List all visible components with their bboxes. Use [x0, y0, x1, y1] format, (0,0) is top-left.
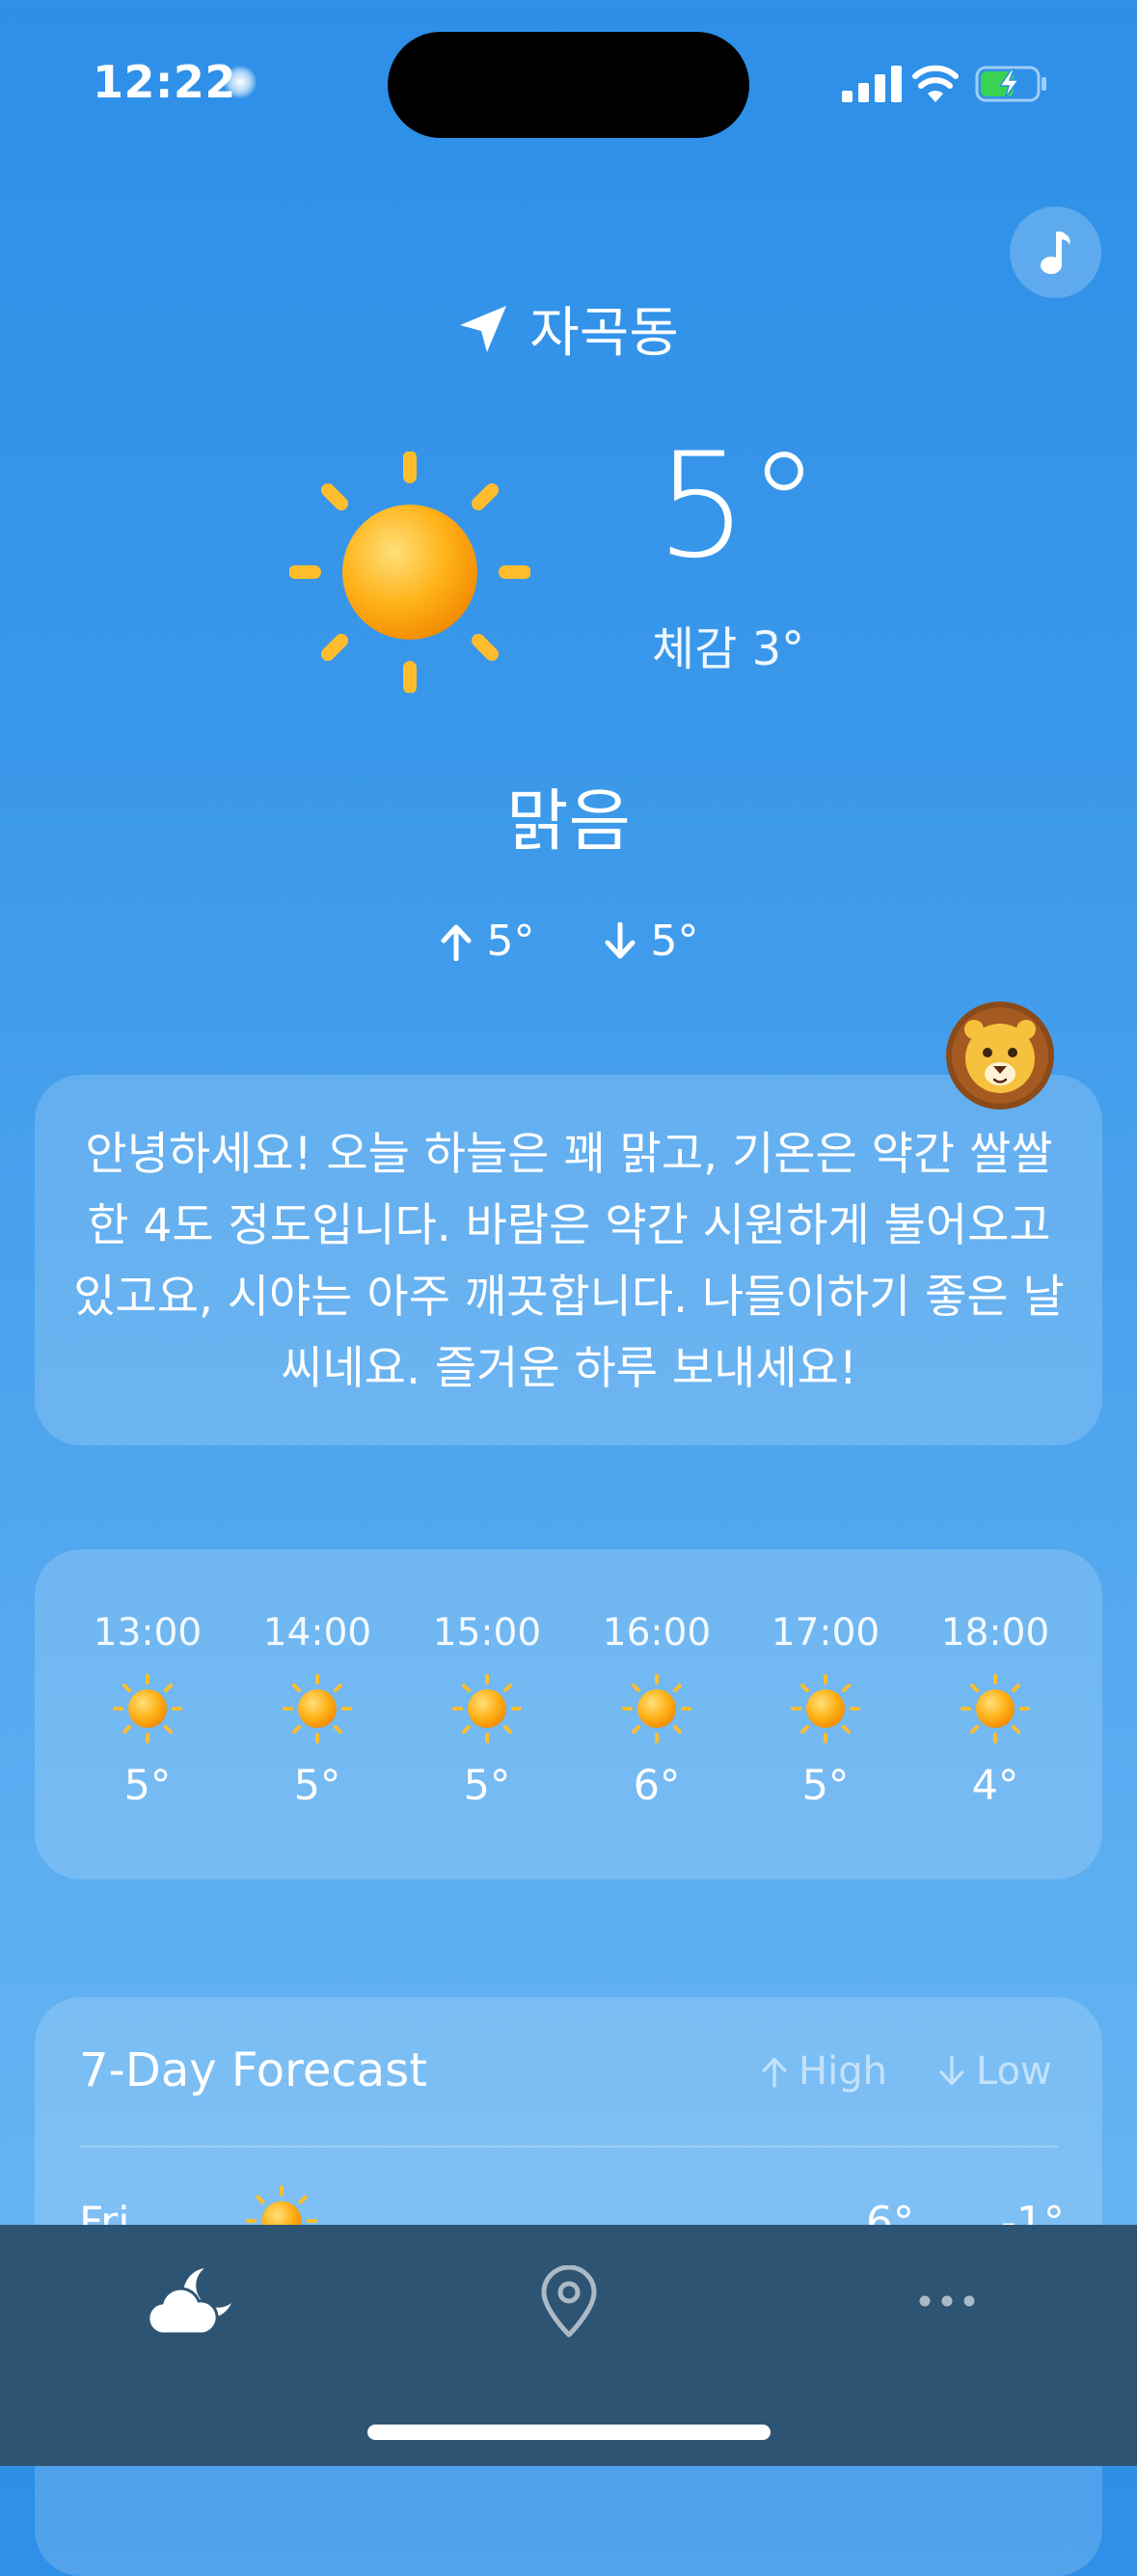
high-label: High: [799, 2049, 887, 2094]
hourly-item: 18:00 4°: [928, 1611, 1063, 1810]
location-header[interactable]: 자곡동: [0, 289, 1137, 368]
sun-icon: [791, 1674, 860, 1743]
hourly-item: 13:00 5°: [80, 1611, 215, 1810]
hour-temp: 4°: [971, 1762, 1019, 1810]
today-high-value: 5°: [486, 917, 535, 966]
location-pin-icon: [541, 2265, 597, 2338]
sun-icon: [113, 1674, 182, 1743]
music-note-icon: [1040, 231, 1070, 274]
today-high: 5°: [439, 917, 535, 966]
status-activity-indicator: [224, 66, 257, 98]
hour-temp: 5°: [463, 1762, 511, 1810]
low-label: Low: [976, 2049, 1052, 2094]
hour-time: 18:00: [940, 1611, 1050, 1655]
high-low-row: 5° 5°: [0, 917, 1137, 966]
status-time: 12:22: [93, 56, 236, 108]
arrow-up-icon: [762, 2057, 787, 2088]
high-column-header: High: [760, 2049, 887, 2094]
condition-text: 맑음: [506, 781, 631, 861]
today-low: 5°: [603, 917, 699, 966]
dynamic-island: [388, 32, 749, 138]
arrow-up-icon: [441, 924, 471, 961]
low-column-header: Low: [937, 2049, 1052, 2094]
hour-time: 15:00: [432, 1611, 542, 1655]
hourly-item: 14:00 5°: [250, 1611, 385, 1810]
hour-temp: 5°: [801, 1762, 850, 1810]
hour-temp: 5°: [123, 1762, 172, 1810]
more-dots-icon: [919, 2295, 975, 2307]
hour-temp: 6°: [633, 1762, 681, 1810]
current-temperature: 5°: [656, 423, 821, 590]
arrow-down-icon: [939, 2055, 964, 2086]
tab-locations[interactable]: [521, 2254, 617, 2350]
greeting-message: 안녕하세요! 오늘 하늘은 꽤 맑고, 기온은 약간 쌀쌀한 4도 정도입니다.…: [73, 1128, 1065, 1395]
cellular-signal-icon: [842, 66, 902, 102]
sun-icon: [283, 1674, 352, 1743]
cloud-moon-icon: [147, 2268, 231, 2336]
hour-temp: 5°: [293, 1762, 341, 1810]
hour-time: 13:00: [93, 1611, 203, 1655]
arrow-down-icon: [605, 921, 635, 958]
today-low-value: 5°: [650, 917, 699, 966]
hour-time: 14:00: [262, 1611, 372, 1655]
forecast-title: 7-Day Forecast: [79, 2043, 428, 2097]
feels-like: 체감 3°: [652, 622, 805, 676]
hour-time: 17:00: [771, 1611, 880, 1655]
location-arrow-icon: [460, 305, 507, 352]
sun-icon: [961, 1674, 1030, 1743]
location-name: 자곡동: [529, 302, 679, 365]
sun-icon: [289, 452, 530, 693]
hour-time: 16:00: [602, 1611, 712, 1655]
sun-icon: [622, 1674, 691, 1743]
home-indicator: [367, 2425, 771, 2440]
wifi-icon: [912, 65, 959, 102]
lion-avatar-icon[interactable]: [943, 999, 1057, 1112]
hourly-item: 16:00 6°: [589, 1611, 724, 1810]
hourly-item: 17:00 5°: [758, 1611, 893, 1810]
music-button[interactable]: [1010, 206, 1101, 298]
sun-icon: [452, 1674, 522, 1743]
hourly-item: 15:00 5°: [420, 1611, 555, 1810]
divider: [79, 2146, 1058, 2148]
battery-charging-icon: [975, 66, 1046, 102]
tab-more[interactable]: [899, 2258, 995, 2344]
tab-weather[interactable]: [143, 2258, 239, 2344]
